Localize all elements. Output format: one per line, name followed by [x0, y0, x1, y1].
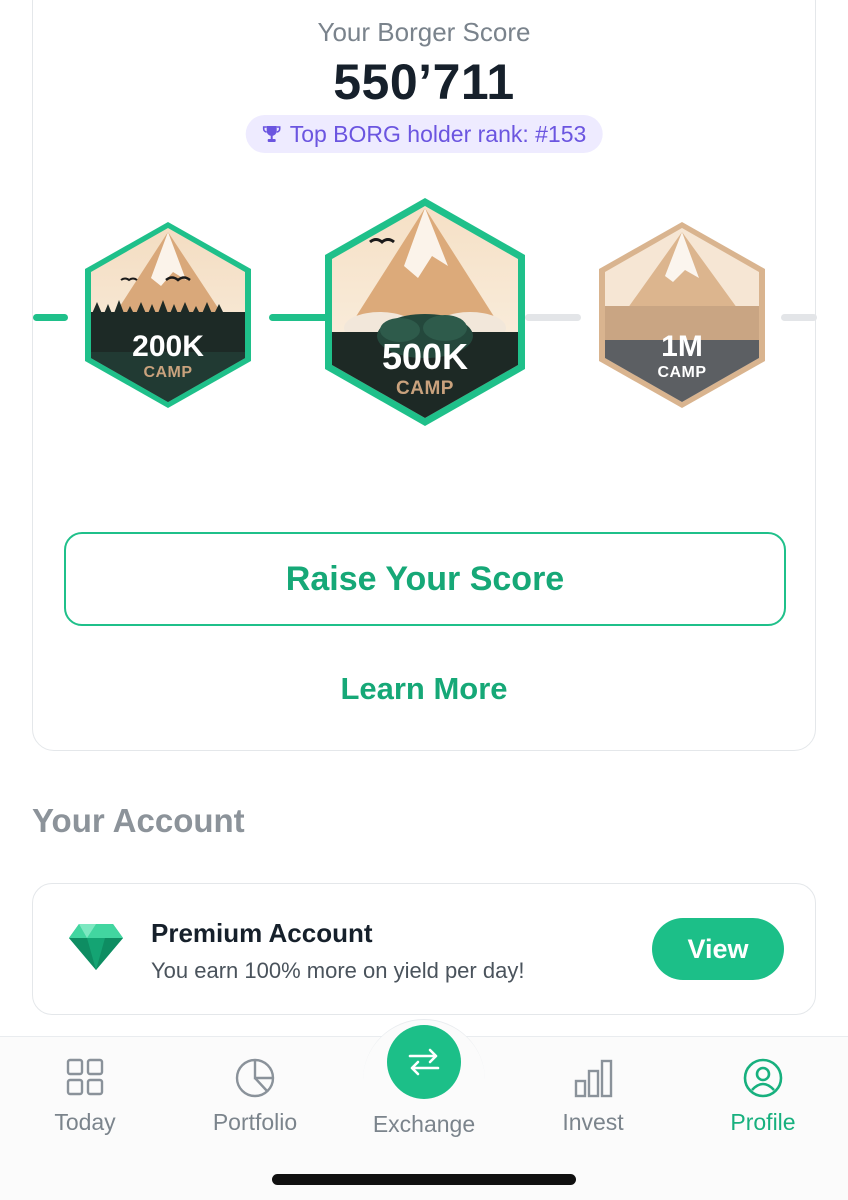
borger-score-card: Your Borger Score 550’711 Top BORG holde…	[32, 0, 817, 751]
tab-today[interactable]: Today	[0, 1037, 170, 1157]
badge-amount: 1M	[661, 330, 703, 363]
track-segment-right	[781, 314, 817, 321]
view-button[interactable]: View	[652, 918, 784, 980]
tab-exchange-label[interactable]: Exchange	[339, 1111, 509, 1138]
home-indicator	[272, 1174, 576, 1185]
grid-icon	[66, 1058, 104, 1096]
badge-sub: CAMP	[657, 364, 707, 381]
score-label: Your Borger Score	[317, 17, 531, 47]
premium-title: Premium Account	[151, 918, 373, 948]
learn-more-link[interactable]: Learn More	[33, 671, 815, 707]
milestone-track: 200K CAMP 500K CAMP 1M CAMP	[33, 196, 817, 436]
section-title-your-account: Your Account	[32, 802, 245, 839]
bar-chart-icon	[574, 1059, 613, 1098]
track-segment-2	[525, 314, 581, 321]
tab-label: Profile	[730, 1109, 796, 1135]
rank-text: Top BORG holder rank: #153	[289, 120, 587, 147]
premium-account-card[interactable]: Premium Account You earn 100% more on yi…	[32, 883, 816, 1015]
badge-sub: CAMP	[396, 378, 454, 399]
tab-label: Portfolio	[212, 1109, 298, 1135]
exchange-button[interactable]	[387, 1025, 461, 1099]
tab-label: Invest	[562, 1109, 624, 1135]
tab-portfolio[interactable]: Portfolio	[170, 1037, 340, 1157]
diamond-icon	[69, 924, 123, 970]
badge-amount: 200K	[132, 330, 204, 363]
rank-badge: Top BORG holder rank: #153	[245, 115, 603, 153]
trophy-icon	[262, 126, 281, 142]
milestone-badge-200k[interactable]: 200K CAMP	[81, 220, 255, 410]
milestone-badge-500k[interactable]: 500K CAMP	[320, 196, 530, 428]
badge-amount: 500K	[381, 336, 469, 377]
exchange-arrows-icon	[408, 1048, 440, 1076]
raise-score-button[interactable]: Raise Your Score	[64, 532, 786, 626]
user-circle-icon	[743, 1058, 783, 1098]
premium-subtitle: You earn 100% more on yield per day!	[151, 958, 525, 983]
score-value: 550’711	[333, 54, 515, 110]
badge-sub: CAMP	[143, 364, 193, 381]
tab-invest[interactable]: Invest	[508, 1037, 678, 1157]
track-segment-left	[33, 314, 68, 321]
milestone-badge-1m[interactable]: 1M CAMP	[595, 220, 769, 410]
tab-profile[interactable]: Profile	[678, 1037, 848, 1157]
tab-label: Today	[54, 1109, 116, 1135]
pie-chart-icon	[235, 1058, 275, 1098]
